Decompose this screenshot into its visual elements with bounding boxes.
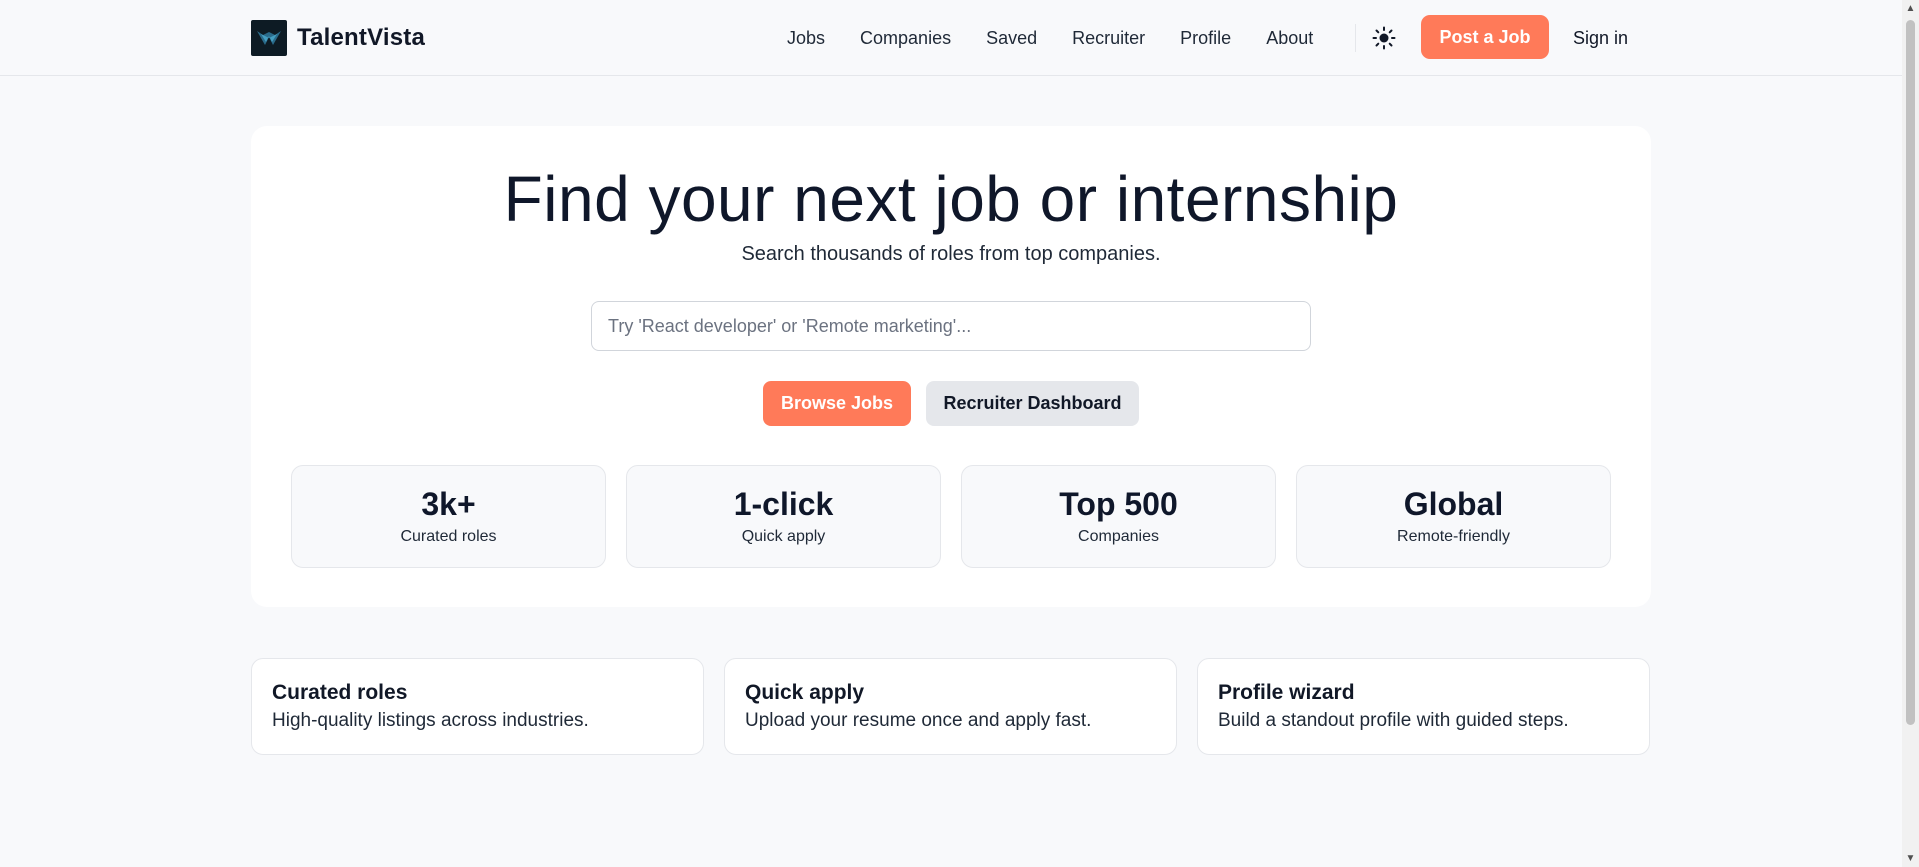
stat-value: Top 500 <box>1059 486 1178 522</box>
stat-card: 3k+ Curated roles <box>291 465 606 568</box>
feature-card-quick-apply: Quick apply Upload your resume once and … <box>724 658 1177 755</box>
stats-row: 3k+ Curated roles 1-click Quick apply To… <box>291 465 1611 568</box>
top-navbar: TalentVista Jobs Companies Saved Recruit… <box>0 0 1902 76</box>
stat-label: Remote-friendly <box>1397 528 1510 545</box>
browse-jobs-button[interactable]: Browse Jobs <box>763 381 911 426</box>
post-job-button[interactable]: Post a Job <box>1421 15 1549 59</box>
feature-description: High-quality listings across industries. <box>272 710 589 731</box>
feature-card-profile-wizard: Profile wizard Build a standout profile … <box>1197 658 1650 755</box>
stat-label: Curated roles <box>400 528 497 545</box>
job-search-input[interactable] <box>591 301 1311 351</box>
stat-value: 3k+ <box>421 486 476 522</box>
nav-link-profile[interactable]: Profile <box>1180 24 1231 52</box>
brand-name: TalentVista <box>297 24 426 51</box>
scroll-up-arrow-icon[interactable]: ▲ <box>1902 0 1919 17</box>
theme-toggle-button[interactable] <box>1372 26 1396 50</box>
brand-logo-icon <box>251 20 287 56</box>
brand[interactable]: TalentVista <box>251 20 425 56</box>
page: TalentVista Jobs Companies Saved Recruit… <box>0 0 1919 867</box>
feature-description: Upload your resume once and apply fast. <box>745 710 1092 731</box>
nav-link-saved[interactable]: Saved <box>986 24 1037 52</box>
stat-value: 1-click <box>733 486 834 522</box>
nav-divider <box>1355 24 1356 52</box>
stat-value: Global <box>1403 486 1504 522</box>
feature-card-curated-roles: Curated roles High-quality listings acro… <box>251 658 704 755</box>
stat-card: Top 500 Companies <box>961 465 1276 568</box>
stat-card: Global Remote-friendly <box>1296 465 1611 568</box>
scrollbar-thumb[interactable] <box>1906 20 1915 725</box>
feature-description: Build a standout profile with guided ste… <box>1218 710 1569 731</box>
stat-card: 1-click Quick apply <box>626 465 941 568</box>
vertical-scrollbar[interactable]: ▲ ▼ <box>1902 0 1919 867</box>
main-nav: Jobs Companies Saved Recruiter Profile A… <box>787 24 1348 52</box>
hero-title: Find your next job or internship <box>503 163 1399 235</box>
stat-label: Quick apply <box>741 528 826 545</box>
stat-label: Companies <box>1078 528 1159 545</box>
hero-card: Find your next job or internship Search … <box>251 126 1651 607</box>
recruiter-dashboard-button[interactable]: Recruiter Dashboard <box>926 381 1139 426</box>
hero-subtitle: Search thousands of roles from top compa… <box>741 243 1161 265</box>
sun-icon <box>1372 26 1396 50</box>
feature-title: Curated roles <box>272 681 408 704</box>
nav-link-companies[interactable]: Companies <box>860 24 951 52</box>
nav-link-about[interactable]: About <box>1266 24 1313 52</box>
nav-link-recruiter[interactable]: Recruiter <box>1072 24 1145 52</box>
nav-link-jobs[interactable]: Jobs <box>787 24 825 52</box>
sign-in-link[interactable]: Sign in <box>1573 24 1628 52</box>
feature-title: Quick apply <box>745 681 865 704</box>
feature-title: Profile wizard <box>1218 681 1355 704</box>
scroll-down-arrow-icon[interactable]: ▼ <box>1902 850 1919 867</box>
